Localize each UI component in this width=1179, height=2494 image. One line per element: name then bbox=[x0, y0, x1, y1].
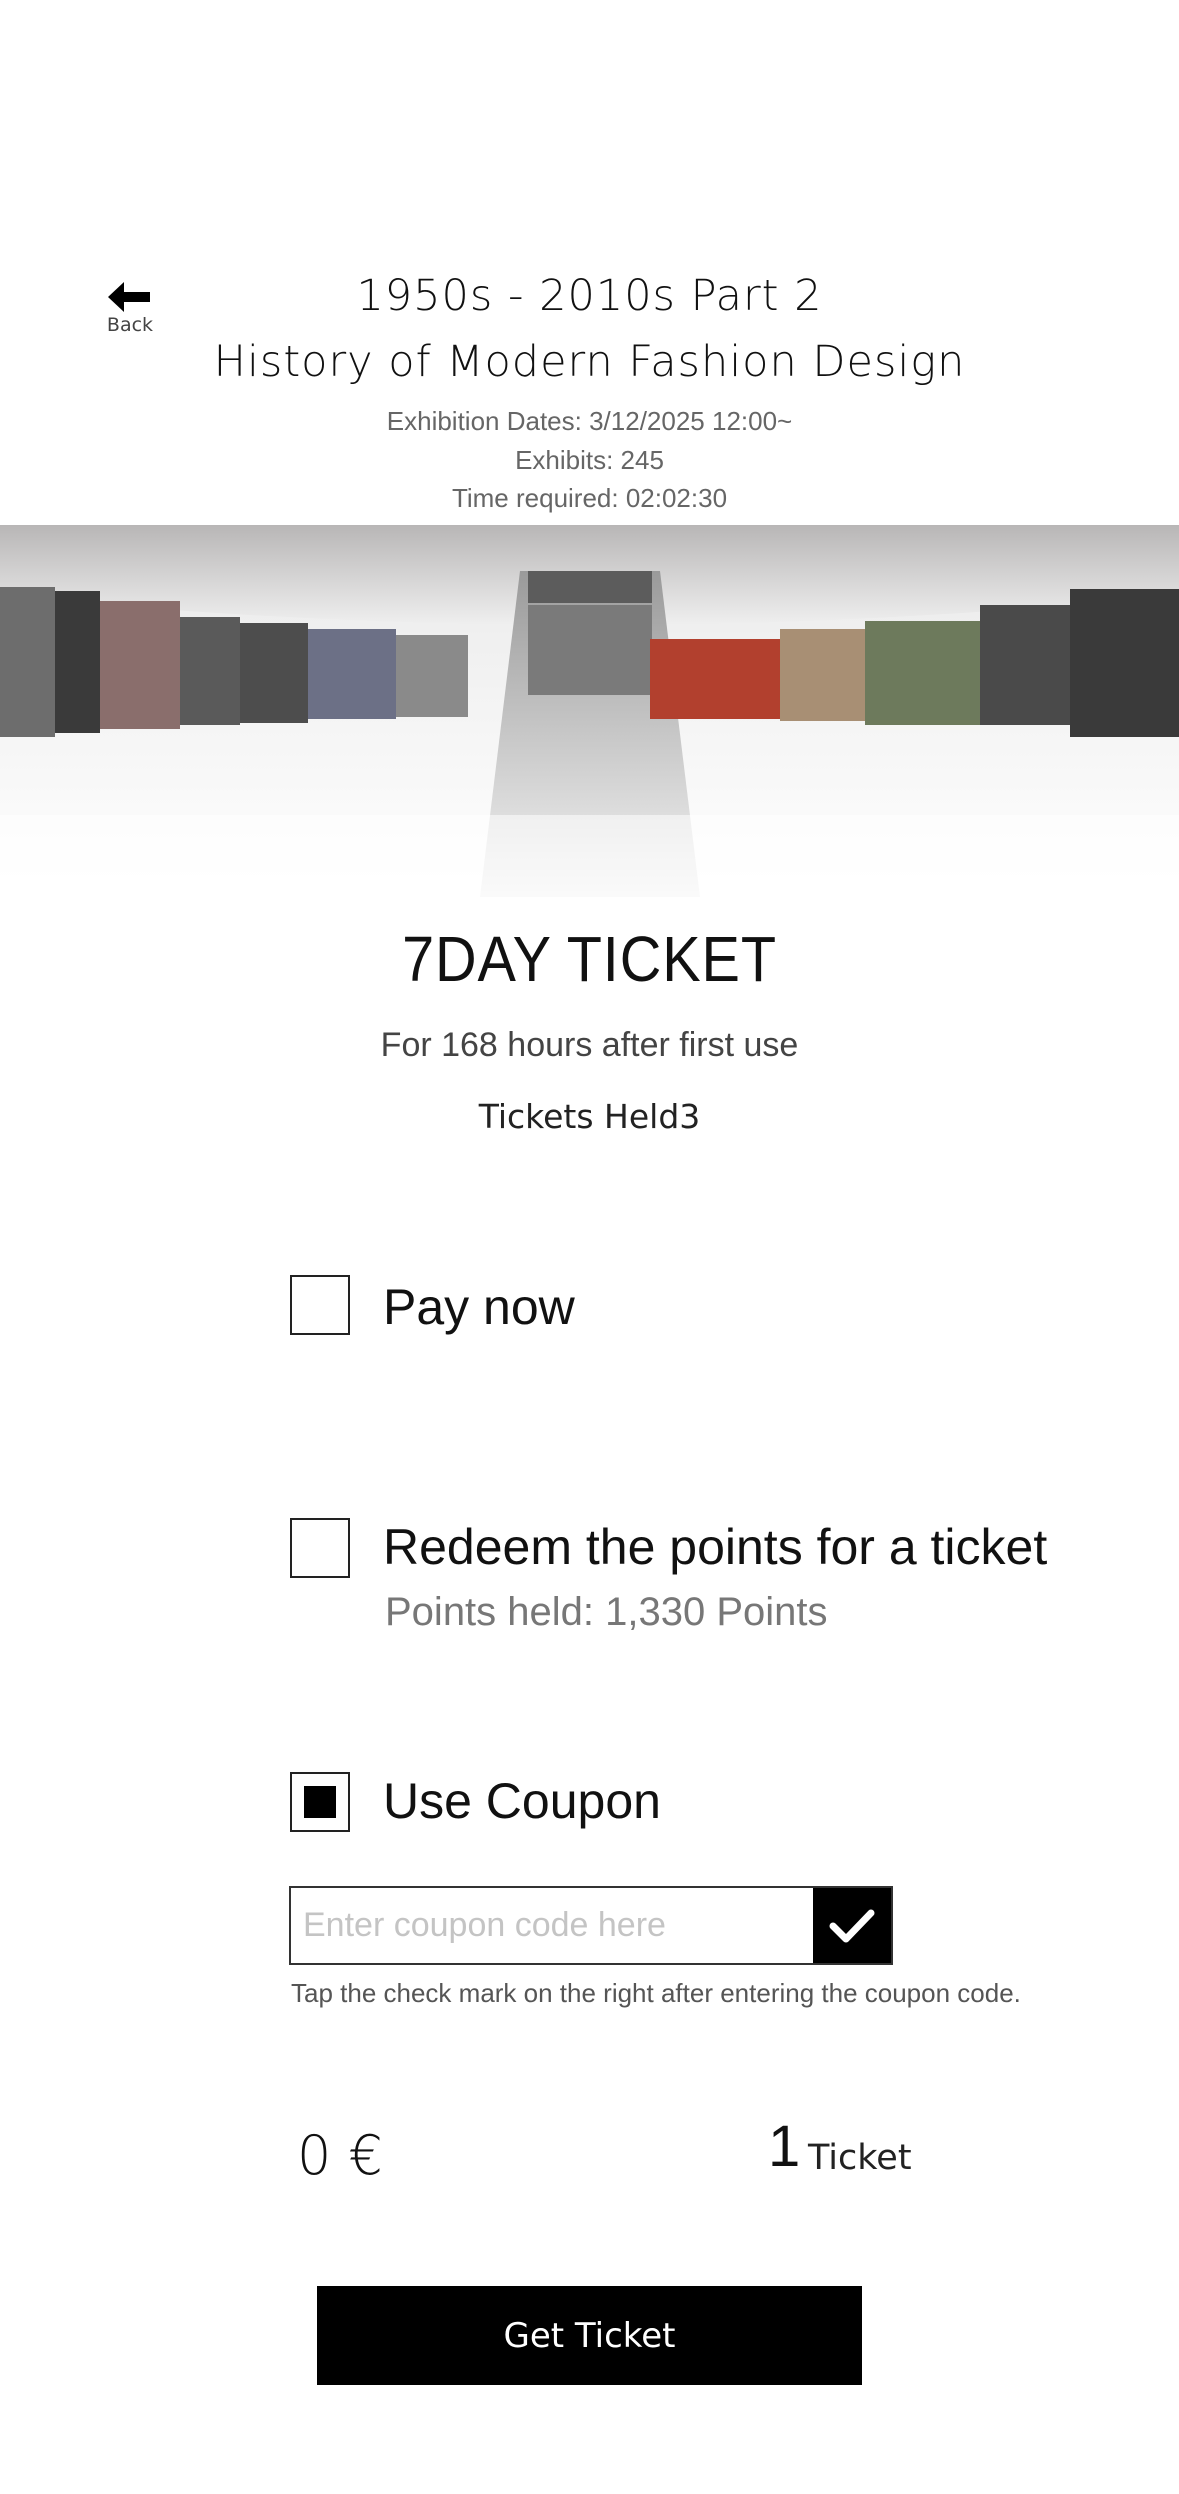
coupon-hint: Tap the check mark on the right after en… bbox=[291, 1978, 1021, 2008]
exhibition-title-line1: 1950s - 2010s Part 2 bbox=[356, 271, 823, 321]
pay-now-label[interactable]: Pay now bbox=[383, 1278, 575, 1336]
ticket-quantity-unit: Ticket bbox=[808, 2138, 912, 2178]
exhibition-dates: Exhibition Dates: 3/12/2025 12:00~ bbox=[386, 406, 793, 436]
ticket-duration: For 168 hours after first use bbox=[380, 1026, 799, 1064]
get-ticket-button[interactable]: Get Ticket bbox=[317, 2286, 862, 2385]
ticket-title: 7DAY TICKET bbox=[402, 923, 777, 995]
redeem-points-label[interactable]: Redeem the points for a ticket bbox=[383, 1518, 1047, 1576]
coupon-field-group bbox=[289, 1886, 893, 1965]
time-required: Time required: 02:02:30 bbox=[451, 483, 728, 513]
checkmark-icon bbox=[829, 1909, 875, 1942]
points-held: Points held: 1,330 Points bbox=[385, 1590, 828, 1634]
checkbox-checked-indicator bbox=[304, 1786, 336, 1818]
tickets-held: Tickets Held3 bbox=[478, 1097, 701, 1136]
apply-coupon-button[interactable] bbox=[813, 1888, 891, 1963]
use-coupon-checkbox[interactable] bbox=[290, 1772, 350, 1832]
gallery-banner-image bbox=[0, 525, 1179, 897]
exhibition-title-line2: History of Modern Fashion Design bbox=[213, 337, 966, 387]
exhibits-count: Exhibits: 245 bbox=[515, 445, 664, 475]
coupon-code-input[interactable] bbox=[291, 1888, 815, 1963]
total-price: 0 € bbox=[297, 2124, 383, 2187]
ticket-quantity: 1 bbox=[768, 2114, 801, 2179]
redeem-points-checkbox[interactable] bbox=[290, 1518, 350, 1578]
use-coupon-label[interactable]: Use Coupon bbox=[383, 1772, 661, 1830]
pay-now-checkbox[interactable] bbox=[290, 1275, 350, 1335]
